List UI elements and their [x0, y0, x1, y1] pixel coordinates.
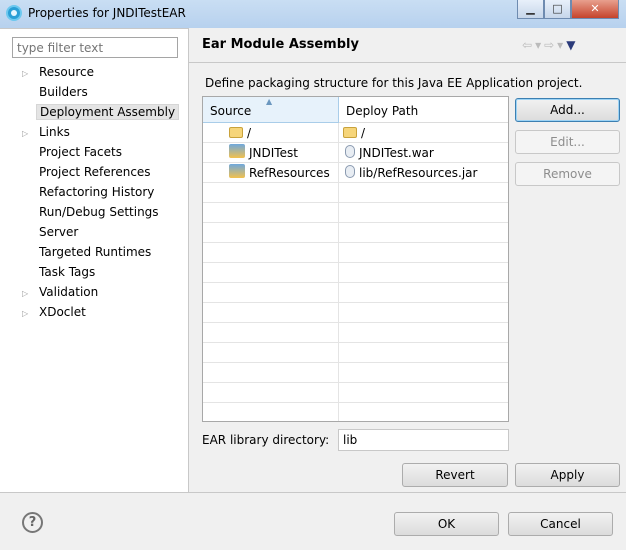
apply-button[interactable]: Apply	[515, 463, 620, 487]
expand-arrow-icon[interactable]: ▷	[22, 125, 36, 143]
column-header-source[interactable]: ▲ Source	[203, 97, 339, 123]
sidebar-item[interactable]: ▷ Resource	[22, 63, 97, 81]
view-menu-icon[interactable]: ▼	[566, 38, 578, 52]
add-button[interactable]: Add...	[515, 98, 620, 122]
sidebar-item-label: Resource	[39, 65, 95, 79]
table-row[interactable]: JNDITest JNDITest.war	[203, 143, 508, 163]
table-row[interactable]	[203, 243, 508, 263]
back-menu-icon[interactable]: ▾	[535, 38, 544, 52]
sidebar-item[interactable]: Run/Debug Settings	[22, 203, 162, 221]
sidebar-item[interactable]: Task Tags	[22, 263, 98, 281]
sort-up-icon: ▲	[266, 97, 273, 106]
sidebar-item-label: Project Facets	[39, 145, 122, 159]
assembly-table: ▲ Source Deploy Path / / JNDITest JNDITest.w…	[202, 96, 509, 422]
sidebar-item[interactable]: Project Facets	[22, 143, 125, 161]
divider	[189, 62, 626, 63]
sidebar-item[interactable]: Server	[22, 223, 81, 241]
jar-icon	[345, 165, 355, 178]
sidebar: ▷ResourceBuildersDeployment Assembly▷Lin…	[0, 28, 189, 492]
divider	[0, 492, 626, 493]
table-row[interactable]: / /	[203, 123, 508, 143]
sidebar-item[interactable]: ▷ Links	[22, 123, 73, 141]
minimize-button[interactable]: ▁	[517, 0, 544, 19]
web-project-icon	[229, 144, 245, 158]
table-row[interactable]	[203, 183, 508, 203]
sidebar-item-label: Run/Debug Settings	[39, 205, 159, 219]
sidebar-item[interactable]: Deployment Assembly	[22, 103, 180, 121]
sidebar-item[interactable]: Project References	[22, 163, 154, 181]
expand-arrow-icon[interactable]: ▷	[22, 305, 36, 323]
source-cell: RefResources	[249, 166, 330, 180]
sidebar-item[interactable]: Builders	[22, 83, 91, 101]
filter-input[interactable]	[12, 37, 178, 58]
table-row[interactable]	[203, 343, 508, 363]
folder-icon	[343, 127, 357, 138]
table-row[interactable]	[203, 283, 508, 303]
sidebar-item[interactable]: ▷ Validation	[22, 283, 101, 301]
table-row[interactable]	[203, 203, 508, 223]
expand-arrow-icon[interactable]: ▷	[22, 285, 36, 303]
sidebar-item-label: Task Tags	[39, 265, 96, 279]
table-row[interactable]	[203, 383, 508, 403]
deploy-path-cell: JNDITest.war	[359, 146, 434, 160]
window-title: Properties for JNDITestEAR	[28, 6, 186, 20]
column-header-deploy-path[interactable]: Deploy Path	[339, 97, 508, 123]
deploy-path-cell: /	[361, 126, 366, 140]
table-row[interactable]	[203, 323, 508, 343]
source-cell: /	[247, 126, 252, 140]
sidebar-item-label: Validation	[39, 285, 99, 299]
edit-button[interactable]: Edit...	[515, 130, 620, 154]
table-row[interactable]: RefResources lib/RefResources.jar	[203, 163, 508, 183]
maximize-button[interactable]: □	[544, 0, 571, 19]
forward-arrow-icon[interactable]: ⇨	[544, 38, 557, 52]
jar-icon	[345, 145, 355, 158]
forward-menu-icon[interactable]: ▾	[557, 38, 566, 52]
expand-arrow-icon[interactable]: ▷	[22, 65, 36, 83]
remove-button[interactable]: Remove	[515, 162, 620, 186]
title-bar: Properties for JNDITestEAR ▁ □ ✕	[0, 0, 626, 28]
table-row[interactable]	[203, 403, 508, 421]
deploy-path-cell: lib/RefResources.jar	[359, 166, 478, 180]
back-arrow-icon[interactable]: ⇦	[522, 38, 535, 52]
project-icon	[229, 164, 245, 178]
sidebar-item-label: Refactoring History	[39, 185, 155, 199]
ear-library-label: EAR library directory:	[202, 433, 330, 447]
source-cell: JNDITest	[249, 146, 298, 160]
sidebar-item[interactable]: ▷ XDoclet	[22, 303, 89, 321]
close-button[interactable]: ✕	[571, 0, 619, 19]
page-title: Ear Module Assembly	[202, 37, 359, 52]
sidebar-item-label: XDoclet	[39, 305, 86, 319]
sidebar-item[interactable]: Refactoring History	[22, 183, 157, 201]
folder-icon	[229, 127, 243, 138]
page-nav: ⇦▾⇨▾▼	[522, 38, 578, 52]
ok-button[interactable]: OK	[394, 512, 499, 536]
table-row[interactable]	[203, 303, 508, 323]
table-row[interactable]	[203, 263, 508, 283]
cancel-button[interactable]: Cancel	[508, 512, 613, 536]
description: Define packaging structure for this Java…	[205, 76, 583, 90]
sidebar-item-label: Links	[39, 125, 70, 139]
sidebar-item[interactable]: Targeted Runtimes	[22, 243, 154, 261]
sidebar-item-label: Targeted Runtimes	[39, 245, 152, 259]
sidebar-item-label: Server	[39, 225, 79, 239]
revert-button[interactable]: Revert	[402, 463, 508, 487]
sidebar-item-label: Builders	[39, 85, 88, 99]
table-row[interactable]	[203, 223, 508, 243]
sidebar-item-label: Project References	[39, 165, 151, 179]
help-icon[interactable]: ?	[22, 512, 43, 533]
eclipse-app-icon	[6, 5, 22, 21]
sidebar-item-label: Deployment Assembly	[36, 104, 180, 120]
table-row[interactable]	[203, 363, 508, 383]
ear-library-input[interactable]: lib	[338, 429, 509, 451]
